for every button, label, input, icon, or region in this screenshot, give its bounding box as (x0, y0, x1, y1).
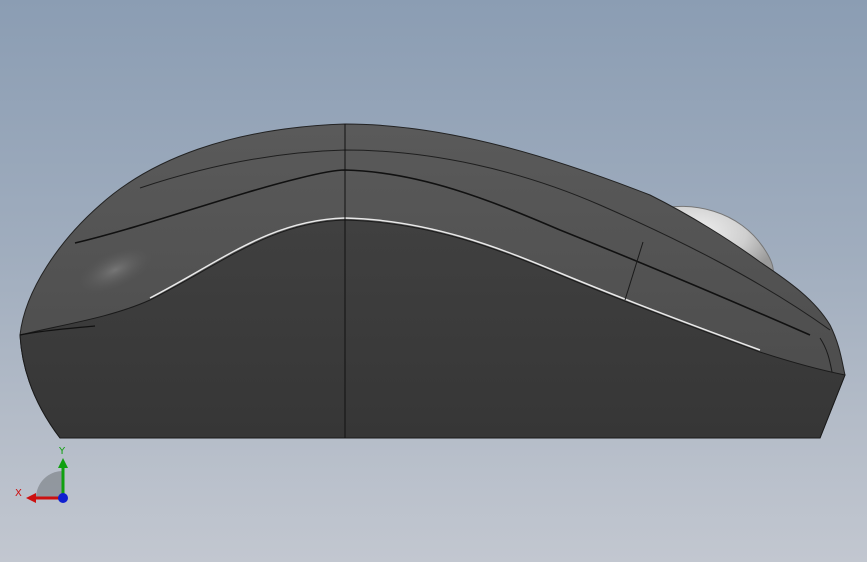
orientation-triad: Y X (15, 446, 68, 503)
y-axis-arrow-icon (58, 458, 68, 468)
graphics-viewport[interactable] (0, 0, 867, 562)
x-axis-label: X (15, 488, 22, 499)
y-axis-label: Y (58, 446, 66, 457)
x-axis-arrow-icon (26, 493, 36, 503)
triad-plane-disc (36, 471, 63, 498)
mouse-model[interactable] (19, 123, 846, 439)
z-axis-dot (58, 493, 68, 503)
